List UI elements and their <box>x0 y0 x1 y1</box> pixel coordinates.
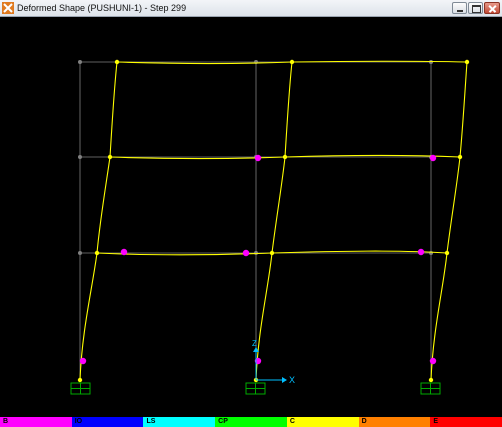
hinge-marker <box>429 357 437 365</box>
app-icon <box>2 2 14 14</box>
hinge-marker <box>242 249 250 257</box>
deformed-joints <box>77 59 470 383</box>
deformed-frame <box>79 60 468 381</box>
close-button[interactable] <box>484 2 500 14</box>
fixed-supports <box>70 382 441 395</box>
hinge-marker <box>120 248 128 256</box>
deformed-shape-canvas[interactable]: X Z <box>0 17 502 417</box>
hinge-marker <box>254 154 262 162</box>
minimize-button[interactable] <box>452 2 467 14</box>
hinge-state-legend: B IO LS CP C D E <box>0 417 502 427</box>
legend-item-cp: CP <box>215 417 287 427</box>
hinge-marker <box>79 357 87 365</box>
window-title: Deformed Shape (PUSHUNI-1) - Step 299 <box>17 3 187 13</box>
undeformed-frame <box>79 61 432 380</box>
legend-item-d: D <box>358 417 431 427</box>
hinge-marker <box>429 154 437 162</box>
maximize-button[interactable] <box>468 2 483 14</box>
plastic-hinges <box>79 154 437 365</box>
x-axis-label: X <box>289 375 295 385</box>
legend-item-e: E <box>430 417 502 427</box>
z-axis-label: Z <box>252 339 257 348</box>
support-icon <box>420 382 441 395</box>
legend-item-io: IO <box>71 417 144 427</box>
window-titlebar[interactable]: Deformed Shape (PUSHUNI-1) - Step 299 <box>0 0 502 17</box>
legend-item-ls: LS <box>143 417 216 427</box>
hinge-marker <box>417 248 425 256</box>
legend-item-b: B <box>0 417 72 427</box>
legend-item-c: C <box>286 417 359 427</box>
support-icon <box>245 382 266 395</box>
support-icon <box>70 382 91 395</box>
